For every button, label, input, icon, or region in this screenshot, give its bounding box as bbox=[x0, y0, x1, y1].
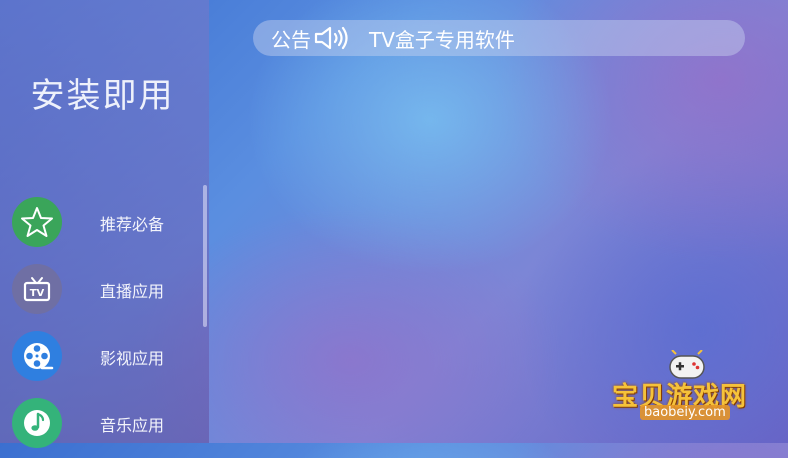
notice-text: TV盒子专用软件 bbox=[369, 27, 515, 52]
sidebar-item-label: 音乐应用 bbox=[100, 416, 165, 435]
svg-text:TV: TV bbox=[30, 288, 45, 299]
sidebar: 安装即用 推荐必备 TV 直播应用 影视应用 音乐应用 bbox=[0, 0, 209, 448]
speaker-icon bbox=[313, 26, 351, 50]
sidebar-item-label: 推荐必备 bbox=[100, 215, 165, 234]
sidebar-item-video[interactable]: 影视应用 bbox=[0, 331, 200, 391]
film-reel-icon bbox=[12, 331, 62, 381]
sidebar-scrollbar[interactable] bbox=[203, 185, 207, 327]
notice-label: 公告 bbox=[271, 27, 311, 52]
watermark-logo: 宝贝游戏网 baobeiy.com bbox=[612, 349, 762, 426]
sidebar-item-music[interactable]: 音乐应用 bbox=[0, 398, 200, 458]
sidebar-item-recommended[interactable]: 推荐必备 bbox=[0, 197, 200, 257]
watermark-url: baobeiy.com bbox=[640, 405, 730, 420]
sidebar-item-label: 影视应用 bbox=[100, 349, 165, 368]
tv-icon: TV bbox=[12, 264, 62, 314]
sidebar-item-live[interactable]: TV 直播应用 bbox=[0, 264, 200, 324]
music-note-icon bbox=[12, 398, 62, 448]
sidebar-item-label: 直播应用 bbox=[100, 282, 165, 301]
star-icon bbox=[12, 197, 62, 247]
sidebar-title: 安装即用 bbox=[30, 76, 175, 116]
notice-bar[interactable]: 公告 TV盒子专用软件 bbox=[253, 20, 745, 56]
